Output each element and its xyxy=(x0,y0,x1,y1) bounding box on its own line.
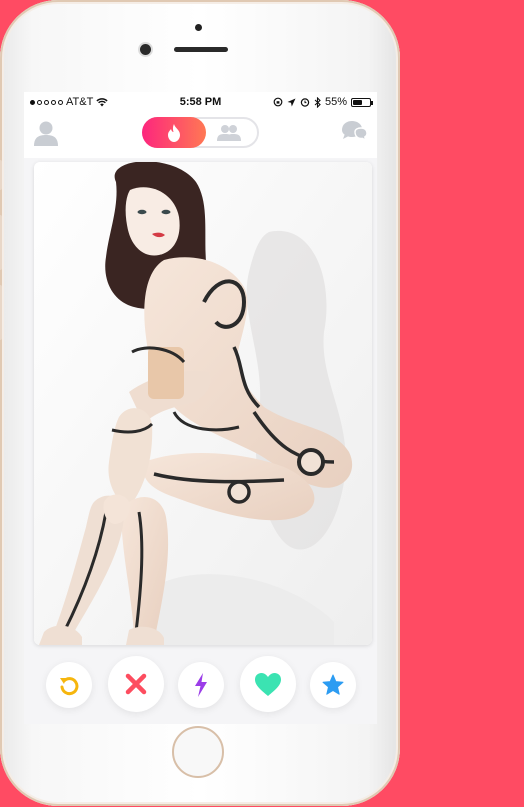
phone-frame: AT&T 5:58 PM 55% xyxy=(0,0,400,806)
mode-toggle[interactable] xyxy=(142,117,259,148)
rotation-lock-icon xyxy=(273,97,283,107)
home-button[interactable] xyxy=(172,726,224,778)
volume-up-button xyxy=(0,215,2,270)
earpiece-speaker xyxy=(174,47,228,52)
rewind-button[interactable] xyxy=(46,662,92,708)
group-icon xyxy=(217,125,241,141)
profile-icon[interactable] xyxy=(34,120,58,146)
discover-tab[interactable] xyxy=(142,117,206,148)
status-bar: AT&T 5:58 PM 55% xyxy=(24,92,377,112)
heart-icon xyxy=(255,672,281,696)
flame-icon xyxy=(168,123,180,142)
profile-photo xyxy=(34,162,372,645)
battery-icon xyxy=(351,97,373,107)
star-icon xyxy=(322,674,344,695)
alarm-icon xyxy=(300,98,310,107)
boost-button[interactable] xyxy=(178,662,224,708)
rewind-icon xyxy=(60,677,79,696)
super-like-button[interactable] xyxy=(310,662,356,708)
mute-switch xyxy=(0,160,2,190)
app-screen: AT&T 5:58 PM 55% xyxy=(24,92,377,724)
front-camera xyxy=(140,44,151,55)
profile-card[interactable] xyxy=(34,162,372,645)
lightning-icon xyxy=(195,673,207,697)
close-icon xyxy=(125,673,147,695)
like-button[interactable] xyxy=(240,656,296,712)
battery-percent: 55% xyxy=(324,96,347,108)
location-icon xyxy=(287,98,296,106)
chat-bubbles-icon[interactable] xyxy=(340,120,368,144)
volume-down-button xyxy=(0,285,2,340)
action-buttons xyxy=(24,652,377,724)
social-tab[interactable] xyxy=(216,124,242,146)
battery-fill xyxy=(353,99,362,105)
bluetooth-icon xyxy=(314,96,321,108)
top-navigation xyxy=(24,112,377,158)
proximity-sensor xyxy=(195,24,202,31)
nope-button[interactable] xyxy=(108,656,164,712)
